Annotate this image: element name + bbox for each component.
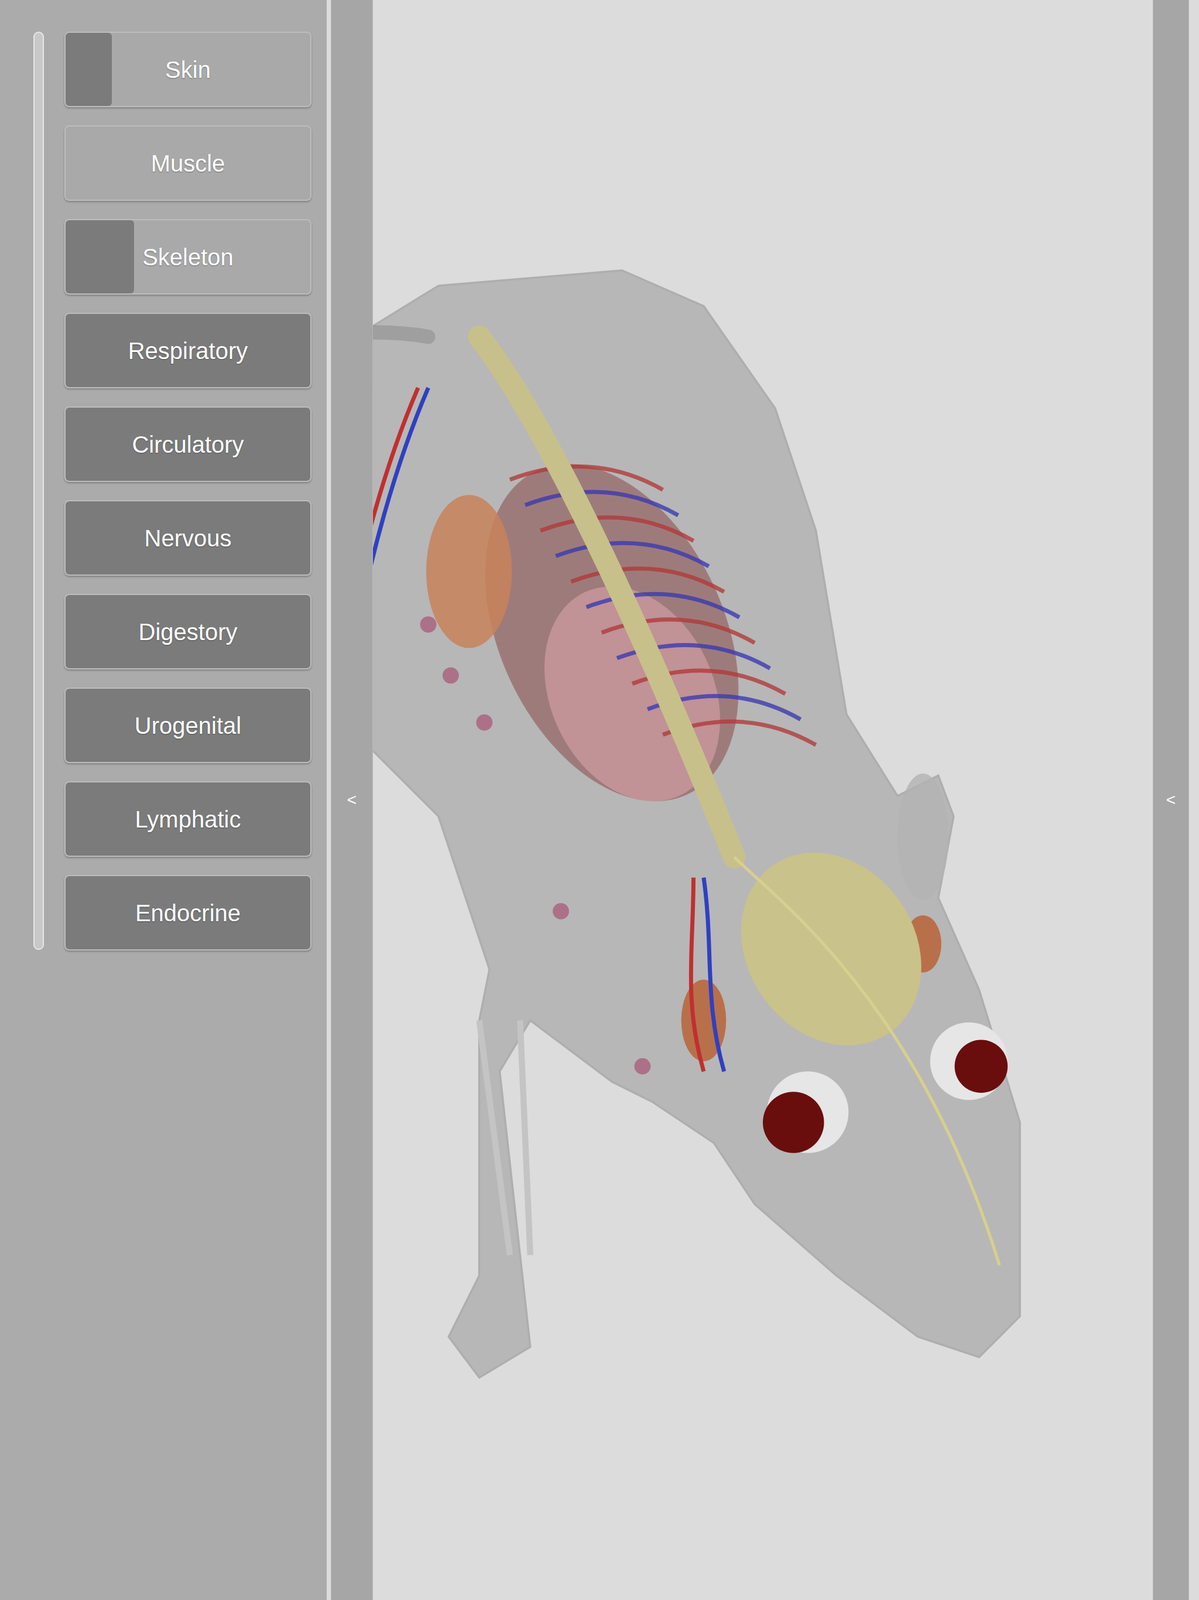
layer-label: Endocrine — [125, 890, 250, 935]
layer-button[interactable]: Nervous — [64, 499, 312, 576]
layer-label: Circulatory — [122, 422, 253, 467]
eyes — [762, 1022, 1008, 1153]
layer-opacity-fill — [65, 220, 135, 294]
layer-button[interactable]: Respiratory — [64, 312, 312, 389]
layer-button[interactable]: Urogenital — [64, 687, 312, 763]
layer-label: Urogenital — [125, 703, 251, 748]
rat-body — [372, 270, 1020, 1377]
layer-label: Digestory — [129, 609, 248, 654]
nervous-system — [479, 336, 1000, 1266]
layer-label: Skeleton — [132, 234, 243, 280]
layer-list: Skin Muscle Skeleton Respiratory Circulatory… — [64, 31, 312, 1600]
layer-panel: Skin Muscle Skeleton Respiratory Circulatory… — [0, 0, 327, 1600]
panel-scrollbar[interactable] — [33, 31, 44, 950]
layer-label: Nervous — [135, 515, 242, 561]
rat-anatomy-model[interactable] — [372, 0, 1153, 1600]
layer-button[interactable]: Endocrine — [64, 874, 312, 951]
lymph-nodes — [420, 615, 652, 1074]
layer-button[interactable]: Circulatory — [64, 406, 312, 482]
layer-label: Muscle — [141, 141, 235, 186]
layer-button[interactable]: Skin — [64, 31, 312, 108]
model-canvas[interactable] — [372, 0, 1153, 1600]
layer-button[interactable]: Digestory — [64, 593, 312, 670]
layer-label: Skin — [155, 47, 221, 92]
toggle-label: < — [347, 787, 357, 813]
app: Skin Muscle Skeleton Respiratory Circulatory… — [0, 0, 1199, 1600]
layer-button[interactable]: Skeleton — [64, 218, 312, 295]
layer-opacity-fill — [65, 32, 112, 106]
layer-button[interactable]: Muscle — [64, 125, 312, 201]
left-panel-toggle[interactable]: < — [330, 0, 373, 1600]
toggle-label: < — [1166, 787, 1176, 813]
layer-label: Respiratory — [118, 328, 258, 373]
layer-label: Lymphatic — [125, 796, 251, 842]
layer-button[interactable]: Lymphatic — [64, 780, 312, 857]
right-panel-toggle[interactable]: < — [1152, 0, 1190, 1600]
